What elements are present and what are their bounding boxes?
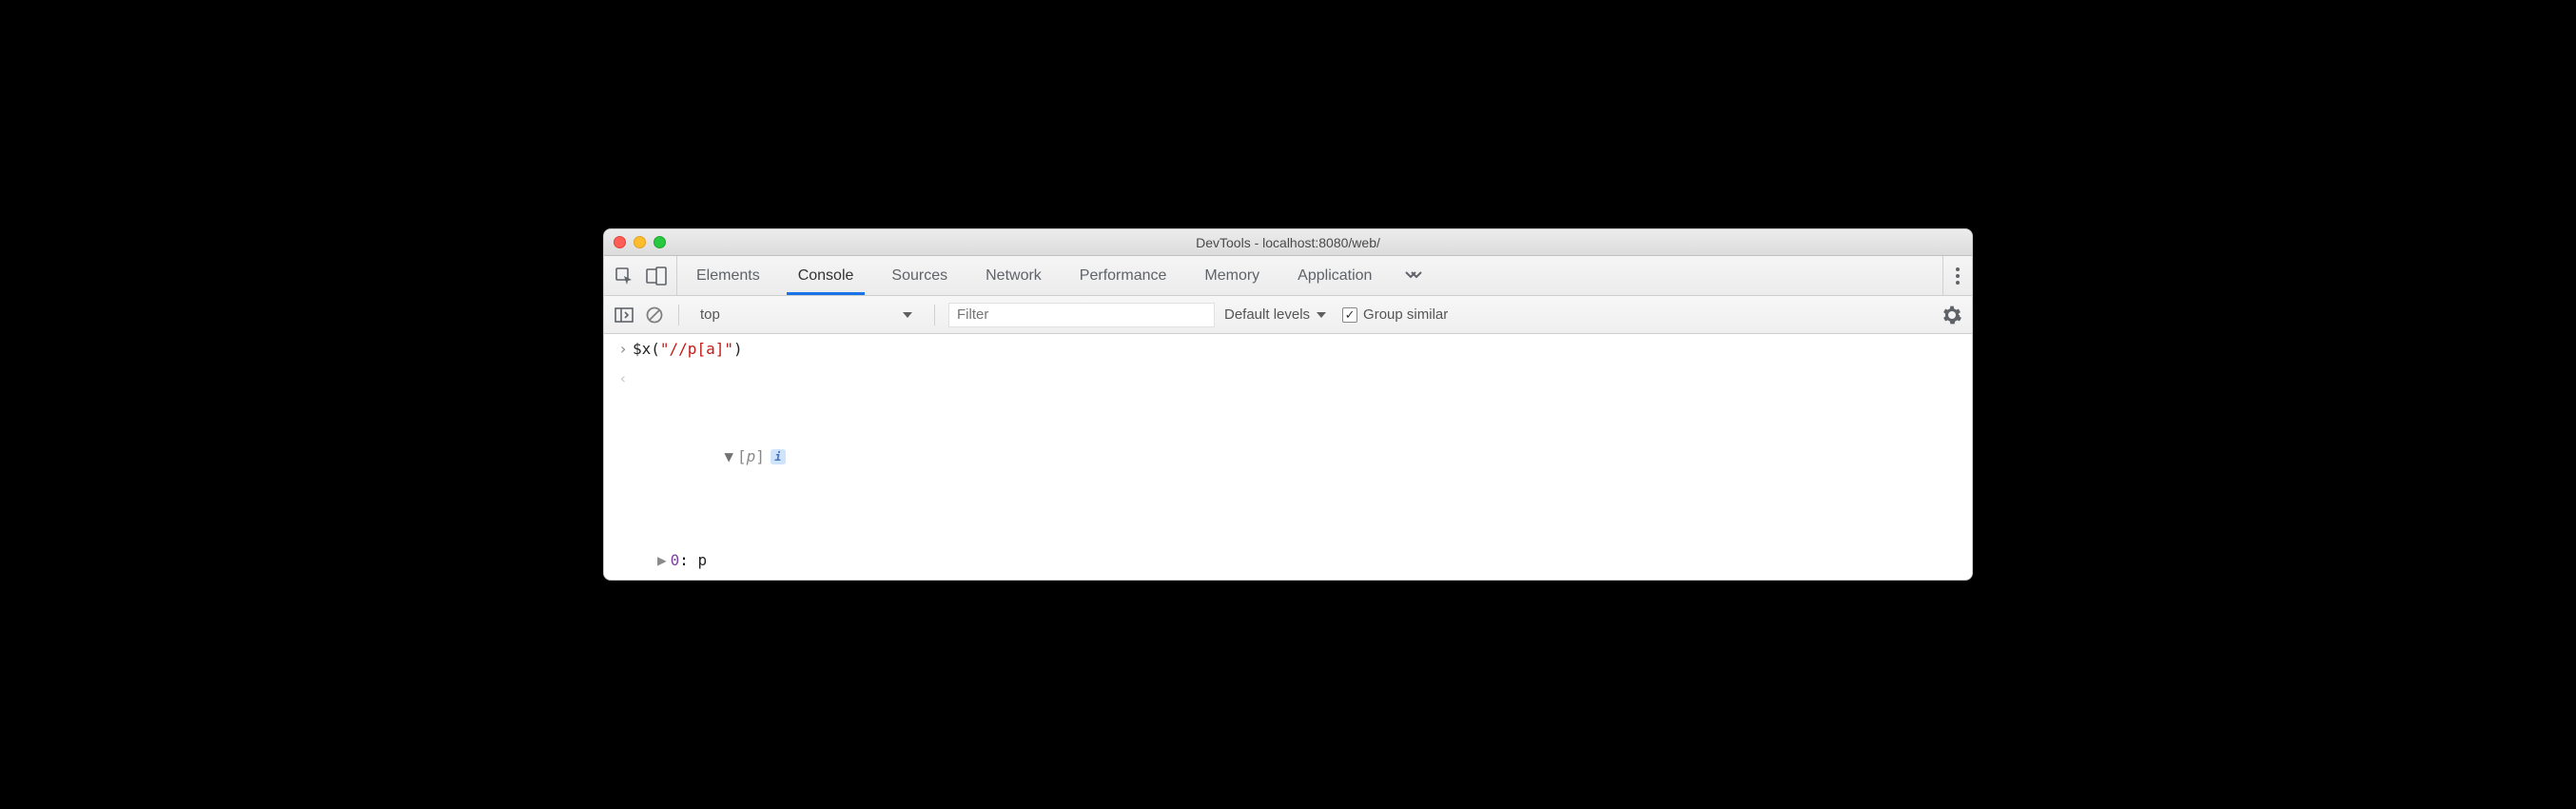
tab-performance[interactable]: Performance (1061, 256, 1186, 295)
tab-label: Application (1298, 267, 1372, 285)
window-title: DevTools - localhost:8080/web/ (604, 235, 1972, 250)
input-marker-icon: › (614, 336, 633, 362)
levels-label: Default levels (1224, 306, 1310, 323)
chevron-down-icon (1316, 311, 1327, 319)
context-label: top (700, 306, 720, 323)
tab-memory[interactable]: Memory (1185, 256, 1278, 295)
inspect-element-icon[interactable] (614, 266, 634, 286)
device-toggle-icon[interactable] (646, 266, 667, 286)
tab-label: Memory (1204, 267, 1259, 285)
tab-elements[interactable]: Elements (677, 256, 779, 295)
tab-console[interactable]: Console (779, 256, 873, 295)
kebab-menu[interactable] (1942, 256, 1972, 295)
tabs-overflow-button[interactable] (1391, 256, 1436, 295)
group-similar-label: Group similar (1363, 306, 1448, 323)
tab-application[interactable]: Application (1278, 256, 1391, 295)
disclosure-collapsed-icon[interactable]: ▶ (657, 547, 667, 573)
tab-label: Network (986, 267, 1042, 285)
checkbox-icon (1342, 307, 1357, 323)
console-toolbar: top Default levels Group similar (604, 296, 1972, 334)
execution-context-select[interactable]: top (693, 303, 921, 327)
tab-sources[interactable]: Sources (872, 256, 966, 295)
tab-label: Sources (891, 267, 947, 285)
tab-label: Console (798, 267, 854, 285)
devtools-tabs: Elements Console Sources Network Perform… (677, 256, 1436, 295)
console-sidebar-toggle-icon[interactable] (614, 305, 634, 326)
console-result-row: ‹ ▼[p]i ▶0: p length: 1 ▶__proto__: Arra… (604, 364, 1972, 580)
output-marker-icon: ‹ (614, 365, 633, 391)
tabs-bar: Elements Console Sources Network Perform… (604, 256, 1972, 296)
console-input-row: › $x("//p[a]") (604, 334, 1972, 364)
console-settings-icon[interactable] (1942, 305, 1962, 326)
tab-network[interactable]: Network (966, 256, 1061, 295)
inspect-tools (604, 256, 677, 295)
group-similar-toggle[interactable]: Group similar (1342, 306, 1448, 323)
filter-input[interactable] (948, 303, 1215, 327)
levels-select[interactable]: Default levels (1224, 306, 1327, 323)
result-summary[interactable]: ▼[p]i (633, 418, 1962, 496)
titlebar: DevTools - localhost:8080/web/ (604, 229, 1972, 256)
info-badge-icon[interactable]: i (771, 449, 786, 464)
console-body: › $x("//p[a]") ‹ ▼[p]i ▶0: p length: 1 ▶… (604, 334, 1972, 580)
tab-label: Elements (696, 267, 760, 285)
clear-console-icon[interactable] (644, 305, 665, 326)
chevron-down-icon (902, 311, 913, 319)
result-child-0[interactable]: ▶0: p (633, 547, 1962, 573)
entered-expression: $x("//p[a]") (633, 336, 743, 362)
devtools-window: DevTools - localhost:8080/web/ Elements … (603, 228, 1973, 581)
disclosure-expanded-icon[interactable]: ▼ (724, 444, 733, 469)
tab-label: Performance (1080, 267, 1167, 285)
